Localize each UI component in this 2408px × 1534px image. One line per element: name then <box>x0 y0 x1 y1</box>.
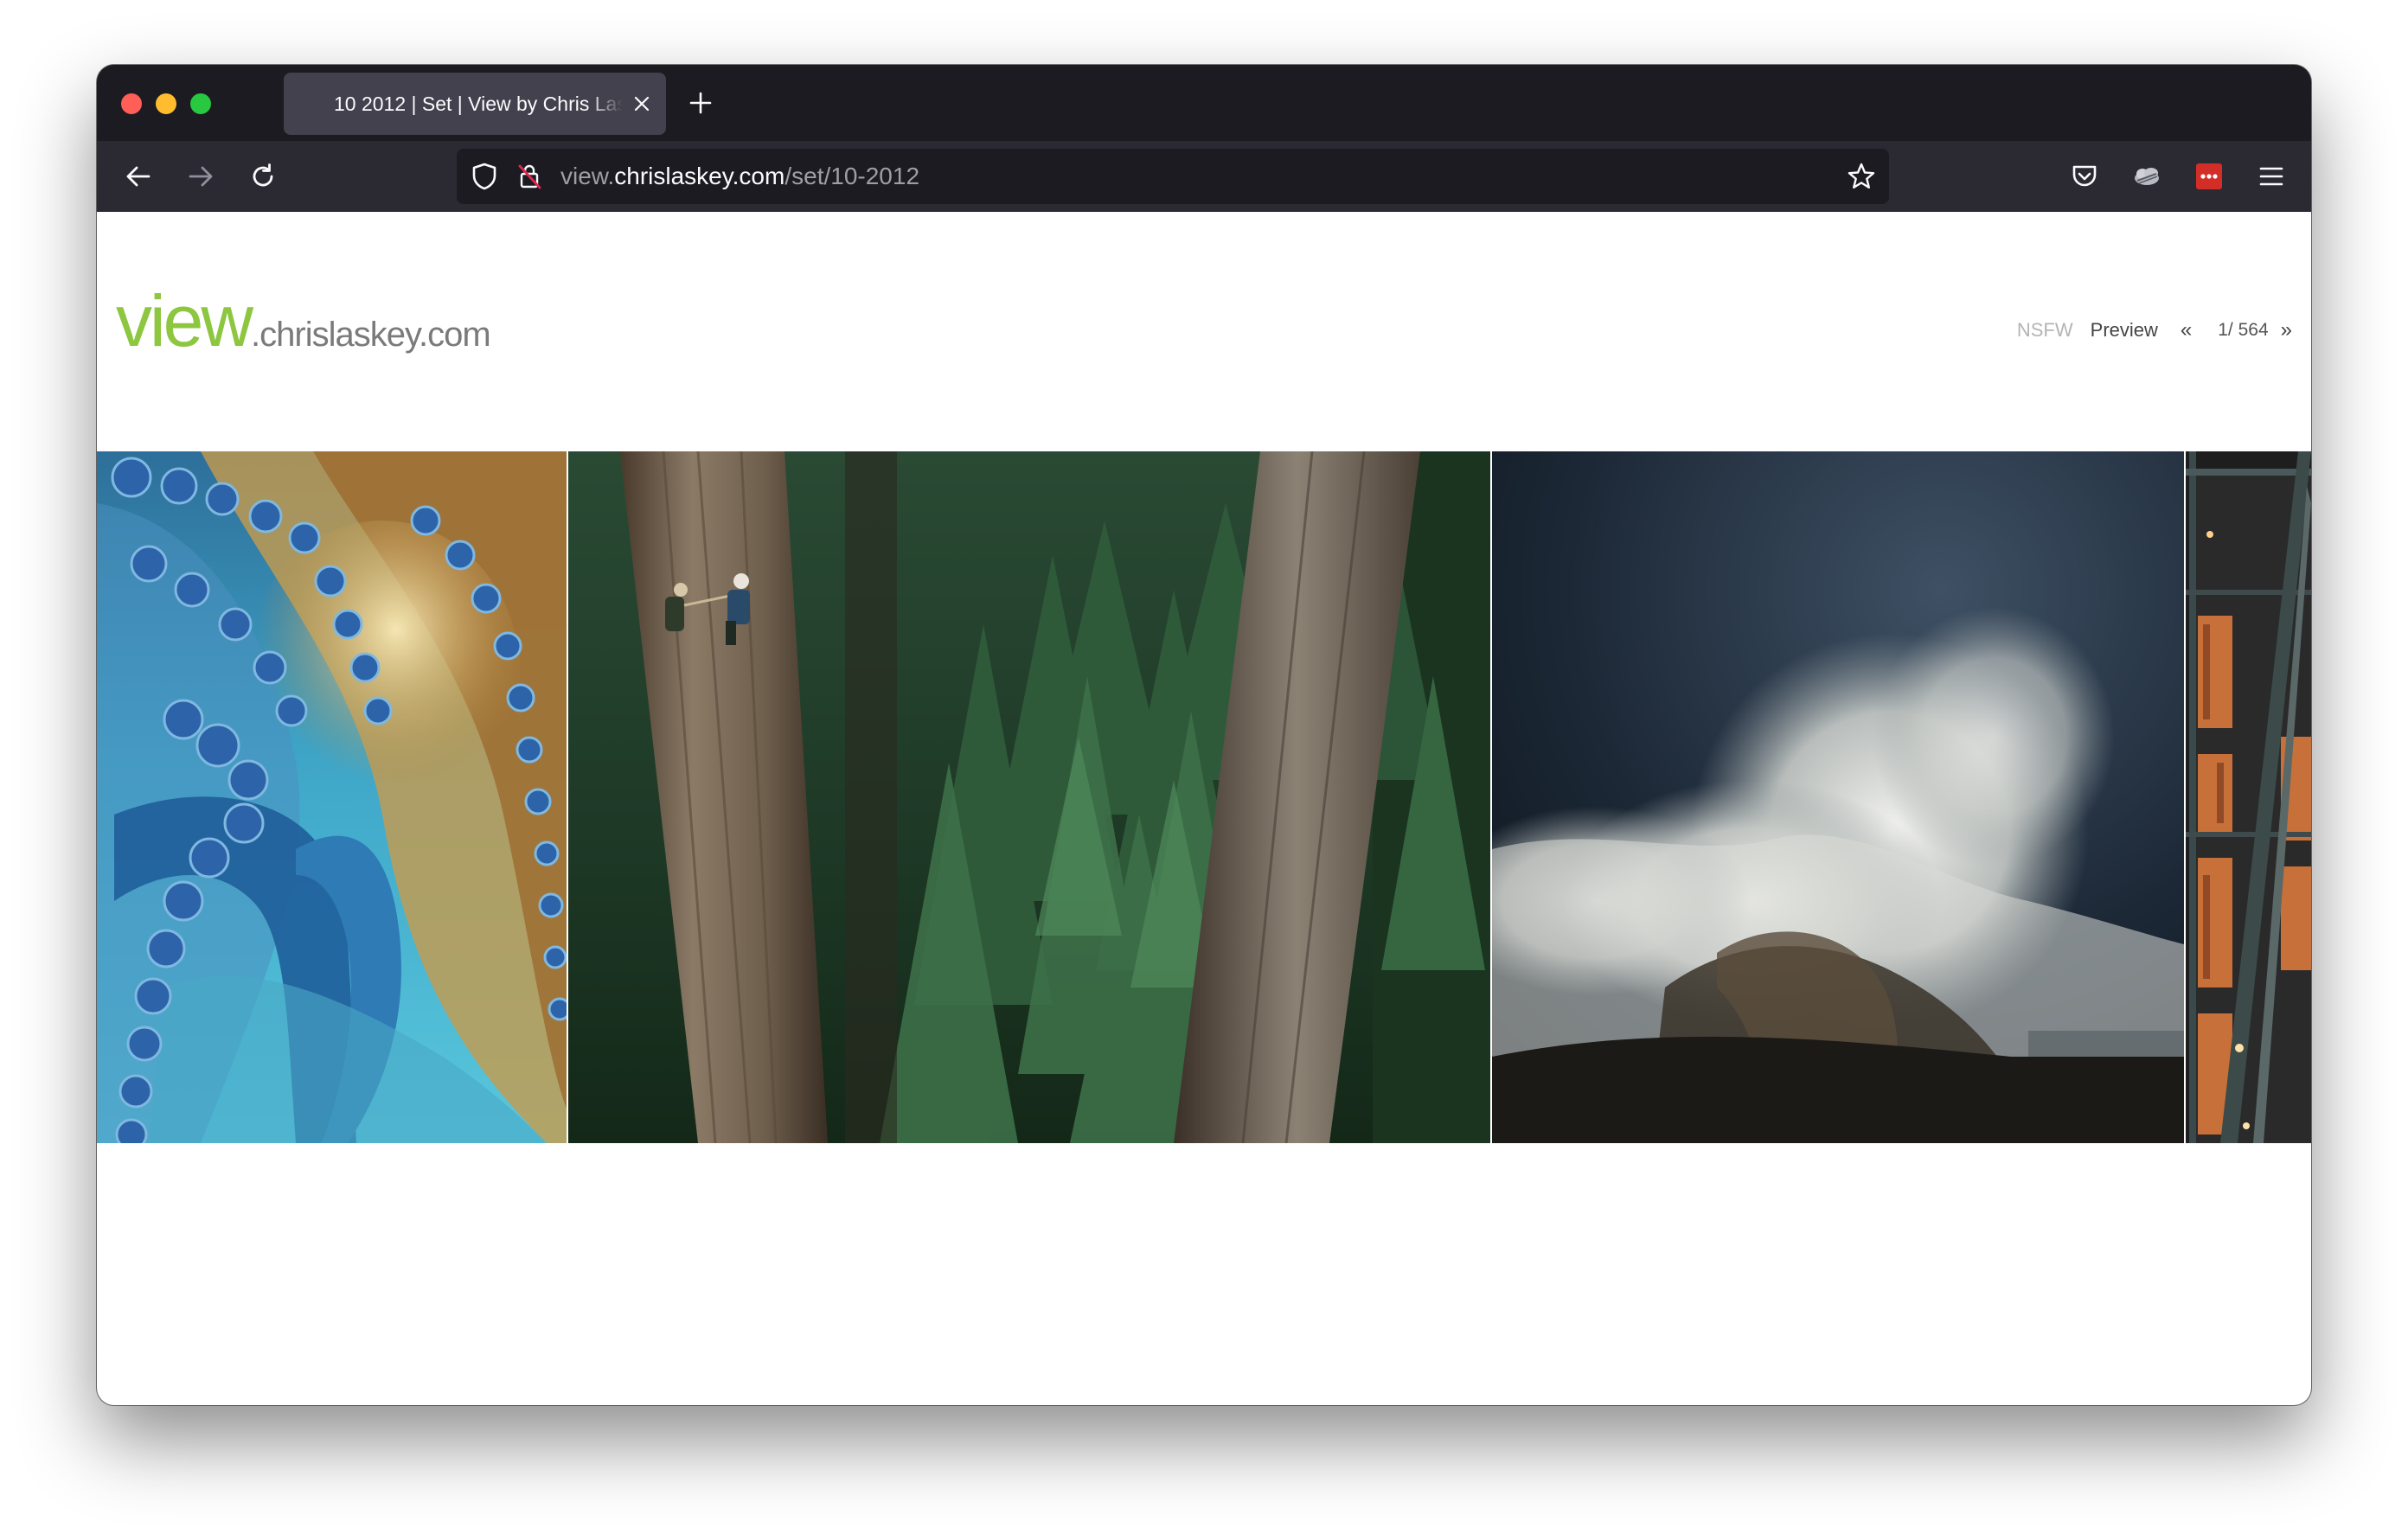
new-tab-button[interactable] <box>683 86 718 120</box>
tab-strip: 10 2012 | Set | View by Chris Laskey <box>97 65 2311 141</box>
next-link[interactable]: » <box>2281 318 2292 342</box>
previous-link[interactable]: « <box>2181 318 2192 342</box>
reload-icon <box>253 163 273 187</box>
maximize-window-button[interactable] <box>190 93 211 114</box>
password-manager-icon <box>2196 163 2222 189</box>
site-logo[interactable]: view.chrislaskey.com <box>116 279 491 363</box>
navigation-toolbar: view.chrislaskey.com/set/10-2012 <box>97 141 2311 212</box>
url-path: /set/10-2012 <box>785 163 920 189</box>
preview-link[interactable]: Preview <box>2091 319 2158 342</box>
reload-button[interactable] <box>242 156 284 197</box>
minimize-window-button[interactable] <box>156 93 176 114</box>
photo-gallery <box>97 451 2311 1143</box>
pocket-button[interactable] <box>2067 159 2102 194</box>
pocket-icon <box>2072 165 2097 187</box>
logo-main-text: view <box>116 280 253 361</box>
photo-crashing-wave[interactable] <box>1492 451 2184 1143</box>
photo-octopus[interactable] <box>97 451 567 1143</box>
address-bar[interactable]: view.chrislaskey.com/set/10-2012 <box>457 149 1889 204</box>
web-page: view.chrislaskey.com NSFW Preview « 1/ 5… <box>97 212 2311 1405</box>
close-window-button[interactable] <box>121 93 142 114</box>
photo-redwood-climbers[interactable] <box>568 451 1490 1143</box>
tracking-protection-shield-icon[interactable] <box>469 161 500 192</box>
plus-icon <box>689 92 712 114</box>
password-manager-button[interactable] <box>2192 159 2226 194</box>
hamburger-menu-icon <box>2259 167 2283 186</box>
logo-domain-text: .chrislaskey.com <box>251 316 491 354</box>
photo-building-facade[interactable] <box>2186 451 2311 1143</box>
arrow-left-icon <box>126 166 150 187</box>
photo-counter: 1/ 564 <box>2218 320 2269 340</box>
arrow-right-icon <box>189 166 213 187</box>
nsfw-link[interactable]: NSFW <box>2017 319 2073 342</box>
tab-title: 10 2012 | Set | View by Chris Laskey <box>334 93 623 115</box>
url-prefix: view. <box>560 163 615 189</box>
tab-close-icon[interactable] <box>628 90 656 118</box>
back-button[interactable] <box>118 156 159 197</box>
browser-window: 10 2012 | Set | View by Chris Laskey <box>97 65 2311 1405</box>
url-text[interactable]: view.chrislaskey.com/set/10-2012 <box>560 149 919 204</box>
gallery-nav: NSFW Preview « 1/ 564 » <box>2017 317 2292 343</box>
browser-tab[interactable]: 10 2012 | Set | View by Chris Laskey <box>284 73 666 135</box>
forward-button[interactable] <box>180 156 221 197</box>
url-host: chrislaskey.com <box>614 163 785 189</box>
app-menu-button[interactable] <box>2254 159 2289 194</box>
insecure-lock-icon[interactable] <box>514 161 545 192</box>
extension-cloud-button[interactable] <box>2129 159 2164 194</box>
bookmark-star-icon[interactable] <box>1846 161 1877 192</box>
cloud-extension-icon <box>2135 168 2159 185</box>
